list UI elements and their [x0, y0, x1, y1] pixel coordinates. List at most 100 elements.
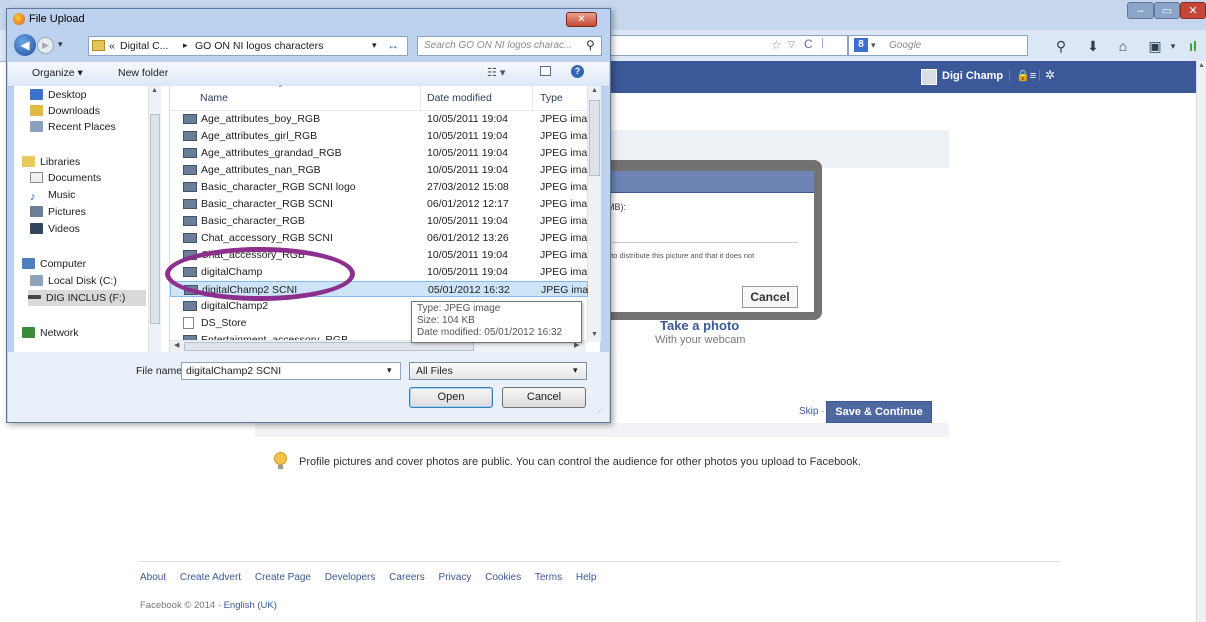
- minimize-button[interactable]: –: [1127, 2, 1154, 19]
- back-button[interactable]: ◀: [14, 34, 36, 56]
- breadcrumb-separator[interactable]: ▸: [183, 40, 188, 51]
- nav-local-disk[interactable]: Local Disk (C:): [30, 273, 117, 289]
- cancel-button[interactable]: Cancel: [502, 387, 586, 408]
- footer-link-careers[interactable]: Careers: [389, 572, 425, 583]
- addon-dropdown-icon[interactable]: ▾: [1164, 37, 1182, 55]
- search-icon[interactable]: ⚲: [586, 38, 595, 52]
- nav-computer[interactable]: Computer: [22, 256, 86, 272]
- nav-network[interactable]: Network: [22, 325, 79, 341]
- forward-button[interactable]: ▶: [37, 37, 54, 54]
- history-dropdown-icon[interactable]: ▽: [788, 39, 795, 50]
- resize-grip-icon[interactable]: ⋰: [596, 408, 603, 416]
- file-row[interactable]: Age_attributes_nan_RGB 10/05/2011 19:04 JP…: [170, 162, 588, 178]
- maximize-button[interactable]: ▭: [1154, 2, 1180, 19]
- file-name-input[interactable]: digitalChamp2 SCNI ▾: [181, 362, 401, 380]
- footer-link-create-page[interactable]: Create Page: [255, 572, 311, 583]
- footer-divider: [138, 561, 1061, 562]
- file-row[interactable]: Age_attributes_boy_RGB 10/05/2011 19:04 JP…: [170, 111, 588, 127]
- nav-music[interactable]: ♪ Music: [30, 187, 75, 203]
- refresh-icon[interactable]: ↔: [387, 38, 399, 52]
- jpeg-image-icon: [183, 148, 197, 158]
- column-date-modified[interactable]: Date modified: [427, 92, 492, 104]
- scroll-left-icon[interactable]: ◀: [174, 341, 179, 349]
- search-engine-dropdown-icon[interactable]: ▾: [871, 36, 876, 55]
- breadcrumb-overflow[interactable]: «: [109, 40, 115, 52]
- preview-pane-icon[interactable]: [540, 66, 551, 76]
- modal-cancel-button[interactable]: Cancel: [742, 286, 798, 308]
- page-scrollbar[interactable]: ▲: [1196, 61, 1206, 622]
- footer-link-about[interactable]: About: [140, 572, 166, 583]
- nav-dig-inclus[interactable]: DIG INCLUS (F:): [28, 290, 146, 306]
- file-type-filter[interactable]: All Files ▾: [409, 362, 587, 380]
- recent-locations-dropdown-icon[interactable]: ▾: [58, 39, 63, 50]
- footer-link-help[interactable]: Help: [576, 572, 597, 583]
- privacy-shortcuts-icon[interactable]: 🔒≡: [1016, 69, 1036, 82]
- open-button[interactable]: Open: [409, 387, 493, 408]
- download-icon[interactable]: ⬇: [1084, 37, 1102, 55]
- skip-link[interactable]: Skip ·: [799, 406, 825, 417]
- user-name-link[interactable]: Digi Champ: [942, 70, 1003, 82]
- scroll-up-icon[interactable]: ▲: [591, 87, 598, 94]
- downloads-icon: [30, 105, 43, 116]
- search-engine-label: Google: [889, 40, 922, 51]
- nav-downloads[interactable]: Downloads: [30, 103, 100, 119]
- scroll-thumb[interactable]: [184, 342, 474, 351]
- navigation-scrollbar[interactable]: ▲: [148, 86, 161, 352]
- organize-menu[interactable]: Organize ▾: [32, 67, 83, 79]
- footer-link-developers[interactable]: Developers: [325, 572, 376, 583]
- column-name[interactable]: Name: [200, 92, 228, 104]
- scroll-down-icon[interactable]: ▼: [591, 331, 598, 338]
- settings-gear-icon[interactable]: ✲: [1045, 68, 1055, 82]
- dialog-close-button[interactable]: ✕: [566, 12, 597, 27]
- view-options-icon[interactable]: ☷ ▾: [487, 66, 505, 79]
- footer-link-privacy[interactable]: Privacy: [439, 572, 472, 583]
- breadcrumb-current-folder[interactable]: GO ON NI logos characters: [195, 40, 323, 52]
- reload-icon[interactable]: C: [804, 37, 813, 51]
- file-row[interactable]: Basic_character_RGB SCNI logo 27/03/2012 …: [170, 179, 588, 195]
- nav-documents[interactable]: Documents: [30, 170, 101, 186]
- scroll-thumb[interactable]: [589, 100, 600, 176]
- nav-pictures[interactable]: Pictures: [30, 204, 86, 220]
- search-bar[interactable]: 8 ▾ Google: [848, 35, 1028, 56]
- addon-icon[interactable]: ▣: [1146, 37, 1164, 55]
- avatar[interactable]: [921, 69, 937, 85]
- scroll-up-icon[interactable]: ▲: [1198, 62, 1205, 69]
- new-folder-button[interactable]: New folder: [118, 67, 168, 79]
- help-icon[interactable]: ?: [571, 65, 584, 78]
- scroll-up-icon[interactable]: ▲: [151, 87, 158, 94]
- language-link[interactable]: English (UK): [224, 600, 277, 611]
- path-breadcrumb[interactable]: « Digital C... ▸ GO ON NI logos characte…: [88, 36, 408, 56]
- folder-search-input[interactable]: Search GO ON NI logos charac... ⚲: [417, 36, 602, 56]
- nav-videos[interactable]: Videos: [30, 221, 80, 237]
- file-row[interactable]: Age_attributes_girl_RGB 10/05/2011 19:04 J…: [170, 128, 588, 144]
- footer-link-terms[interactable]: Terms: [535, 572, 562, 583]
- file-date: 10/05/2011 19:04: [427, 266, 508, 278]
- file-type-dropdown-icon[interactable]: ▾: [573, 365, 578, 376]
- file-date: 10/05/2011 19:04: [427, 164, 508, 176]
- nav-libraries[interactable]: Libraries: [22, 154, 80, 170]
- nav-desktop[interactable]: Desktop: [30, 87, 87, 103]
- signal-icon: ıl: [1189, 38, 1197, 54]
- file-type: JPEG ima: [540, 164, 588, 176]
- column-type[interactable]: Type: [540, 92, 563, 104]
- search-icon[interactable]: ⚲: [1052, 37, 1070, 55]
- footer-link-create-advert[interactable]: Create Advert: [180, 572, 241, 583]
- path-dropdown-icon[interactable]: ▾: [372, 40, 377, 51]
- close-window-button[interactable]: ✕: [1180, 2, 1206, 19]
- breadcrumb-digital[interactable]: Digital C...: [120, 40, 168, 52]
- footer-link-cookies[interactable]: Cookies: [485, 572, 521, 583]
- nav-recent-places[interactable]: Recent Places: [30, 119, 116, 135]
- scroll-thumb[interactable]: [150, 114, 160, 324]
- file-date: 10/05/2011 19:04: [427, 249, 508, 261]
- file-name-dropdown-icon[interactable]: ▾: [387, 365, 392, 376]
- file-row[interactable]: Age_attributes_grandad_RGB 10/05/2011 19:…: [170, 145, 588, 161]
- file-row[interactable]: Basic_character_RGB 10/05/2011 19:04 JPEG …: [170, 213, 588, 229]
- home-icon[interactable]: ⌂: [1114, 37, 1132, 55]
- file-list-scrollbar[interactable]: ▲ ▼: [587, 86, 601, 342]
- sort-indicator-icon: ⌃: [277, 84, 284, 93]
- file-row[interactable]: Basic_character_RGB SCNI 06/01/2012 12:17…: [170, 196, 588, 212]
- file-row[interactable]: Chat_accessory_RGB SCNI 06/01/2012 13:26 J…: [170, 230, 588, 246]
- bookmark-star-icon[interactable]: ☆: [771, 38, 782, 52]
- take-photo-title[interactable]: Take a photo: [660, 318, 739, 333]
- save-continue-button[interactable]: Save & Continue: [826, 401, 932, 423]
